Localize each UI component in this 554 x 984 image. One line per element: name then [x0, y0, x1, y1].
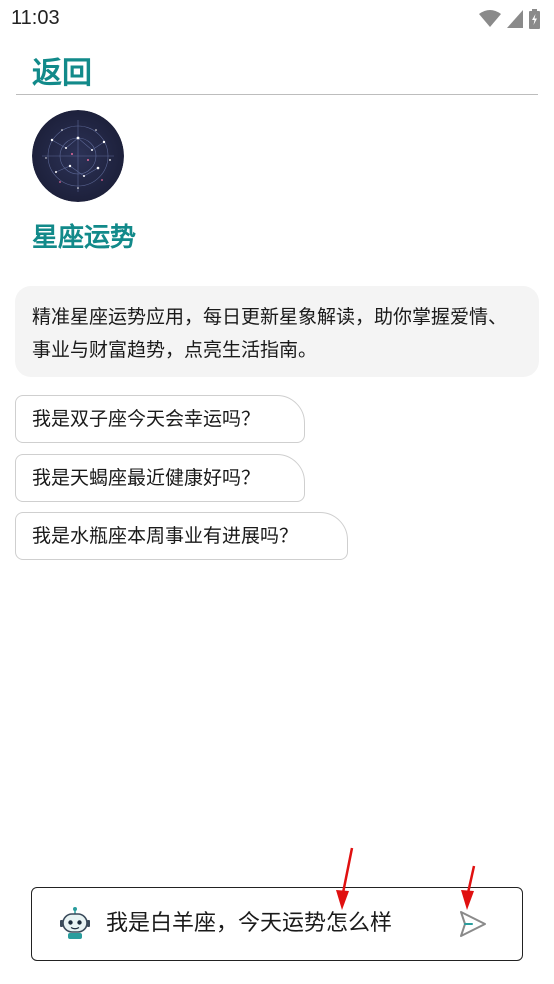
status-bar: 11:03 — [0, 0, 554, 40]
robot-icon — [60, 907, 90, 939]
starry-sky-avatar — [32, 110, 124, 202]
message-input-bar[interactable]: 我是白羊座，今天运势怎么样 — [31, 887, 523, 961]
suggestion-chip[interactable]: 我是水瓶座本周事业有进展吗？ — [15, 512, 348, 560]
back-button[interactable]: 返回 — [32, 54, 92, 94]
header-divider — [16, 94, 538, 95]
wifi-icon — [479, 10, 501, 27]
battery-charging-icon — [529, 9, 540, 29]
suggestion-chip[interactable]: 我是双子座今天会幸运吗？ — [15, 395, 305, 443]
suggestion-chip[interactable]: 我是天蝎座最近健康好吗？ — [15, 454, 305, 502]
starry-sky-image — [32, 110, 124, 202]
message-input[interactable]: 我是白羊座，今天运势怎么样 — [106, 906, 392, 942]
status-icons — [479, 9, 540, 29]
app-screen: 11:03 返回 星座运势 精准星座运势应用，每日更新星象解读，助你掌握爱情、事… — [0, 0, 554, 984]
status-time: 11:03 — [11, 7, 60, 29]
app-description: 精准星座运势应用，每日更新星象解读，助你掌握爱情、事业与财富趋势，点亮生活指南。 — [15, 286, 539, 377]
app-title: 星座运势 — [32, 223, 137, 253]
signal-icon — [507, 10, 523, 28]
send-icon[interactable] — [456, 908, 488, 940]
